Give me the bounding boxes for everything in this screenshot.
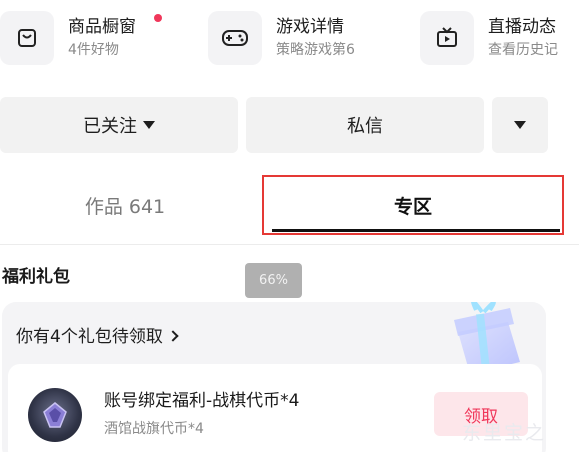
message-label: 私信 (347, 116, 383, 137)
tab-zone[interactable]: 专区 (262, 175, 564, 235)
shortcut-subtitle: 4件好物 (68, 42, 119, 58)
shortcut-subtitle: 策略游戏第6 (276, 42, 355, 58)
game-token-icon (28, 388, 82, 442)
caret-down-icon (143, 121, 155, 129)
followed-button[interactable]: 已关注 (0, 97, 238, 153)
divider (0, 244, 579, 245)
shortcut-title: 商品橱窗 (68, 17, 136, 37)
gift-item-subtitle: 酒馆战旗代币*4 (104, 421, 204, 437)
section-title: 福利礼包 (2, 267, 70, 287)
zoom-indicator: 66% (245, 263, 302, 298)
gamepad-icon (208, 11, 262, 65)
shortcut-row: 商品橱窗 4件好物 游戏详情 策略游戏第6 直播动态 查看历史记 (0, 0, 579, 80)
shortcut-shop-window[interactable]: 商品橱窗 4件好物 (0, 8, 162, 68)
shopping-bag-icon (0, 11, 54, 65)
shortcut-title: 直播动态 (488, 17, 556, 37)
shortcut-game-details[interactable]: 游戏详情 策略游戏第6 (208, 8, 355, 68)
gift-pending-link[interactable]: 你有4个礼包待领取 (16, 322, 179, 347)
tv-icon (420, 11, 474, 65)
tab-works[interactable]: 作品 641 (0, 175, 250, 235)
gift-pending-label: 你有4个礼包待领取 (16, 327, 163, 347)
more-dropdown-button[interactable] (492, 97, 548, 153)
watermark: 东里宝之 (462, 422, 547, 444)
chevron-right-icon (167, 330, 179, 342)
gift-item-title: 账号绑定福利-战棋代币*4 (104, 391, 300, 411)
notification-dot (154, 14, 162, 22)
message-button[interactable]: 私信 (246, 97, 484, 153)
shortcut-live-feed[interactable]: 直播动态 查看历史记 (420, 8, 558, 68)
followed-label: 已关注 (83, 116, 137, 137)
active-tab-indicator (272, 229, 560, 232)
caret-down-icon (514, 121, 526, 129)
shortcut-title: 游戏详情 (276, 17, 344, 37)
shortcut-subtitle: 查看历史记 (488, 42, 558, 58)
